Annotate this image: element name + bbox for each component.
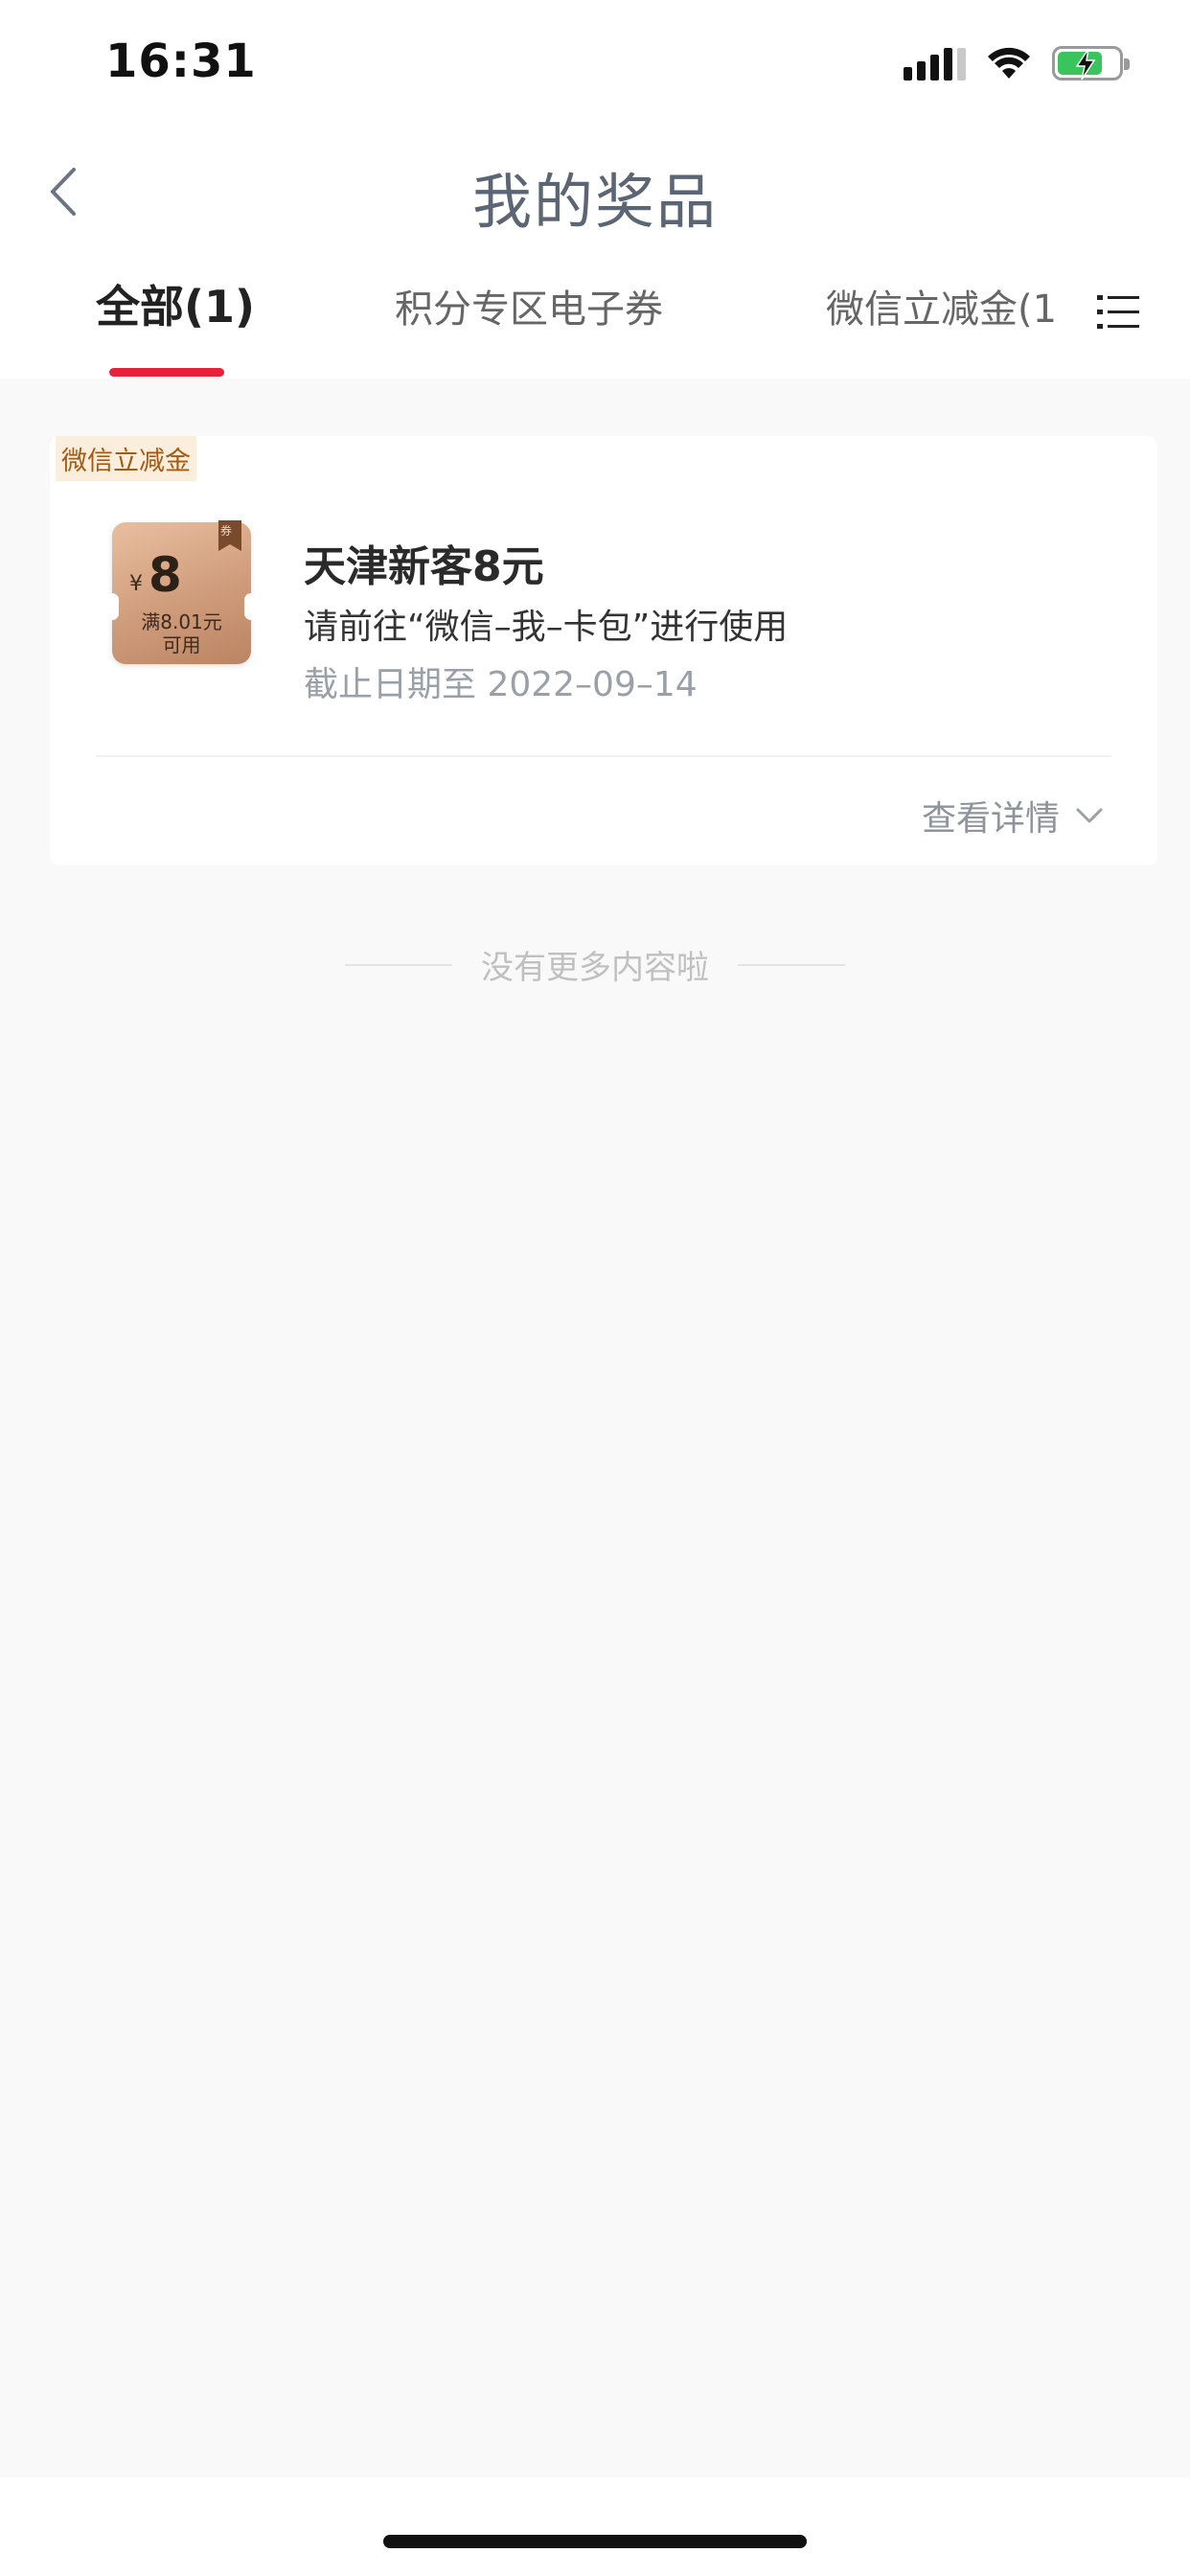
prize-type-tag: 微信立减金 xyxy=(56,436,196,481)
coupon-condition: 满8.01元 可用 xyxy=(141,610,222,656)
coupon-image: 券 ¥ 8 满8.01元 可用 xyxy=(105,520,258,664)
active-tab-indicator xyxy=(109,368,224,377)
coupon-amount: 8 xyxy=(149,547,182,603)
cellular-signal-icon xyxy=(904,46,966,80)
coupon-ribbon-icon: 券 xyxy=(218,520,241,551)
prize-description: 请前往“微信–我–卡包”进行使用 xyxy=(304,608,789,647)
home-indicator[interactable] xyxy=(383,2535,807,2548)
chevron-down-icon xyxy=(1076,808,1103,823)
no-more-content-note: 没有更多内容啦 xyxy=(0,941,1190,988)
view-details-button[interactable]: 查看详情 xyxy=(922,791,1104,840)
view-details-label: 查看详情 xyxy=(921,799,1060,839)
list-menu-icon[interactable] xyxy=(1097,293,1139,332)
divider-line-right xyxy=(738,963,845,966)
card-divider xyxy=(96,755,1111,757)
prize-title: 天津新客8元 xyxy=(304,542,544,591)
no-more-content-text: 没有更多内容啦 xyxy=(481,949,709,987)
tab-points-ecoupon[interactable]: 积分专区电子券 xyxy=(395,278,663,334)
tab-all[interactable]: 全部(1) xyxy=(96,272,255,335)
battery-icon xyxy=(1052,46,1130,80)
status-time: 16:31 xyxy=(105,34,257,88)
prize-card: 微信立减金 券 ¥ 8 满8.01元 可用 天津新客8元 请前往“微信–我–卡包… xyxy=(50,436,1157,865)
coupon-currency: ¥ xyxy=(129,572,143,596)
tab-wechat-discount-clip: 微信立减金(1) xyxy=(824,278,1054,335)
prize-expiry-date: 截止日期至 2022–09–14 xyxy=(304,665,698,704)
wifi-icon xyxy=(988,47,1030,79)
status-icons xyxy=(904,42,1130,84)
tab-wechat-discount[interactable]: 微信立减金(1) xyxy=(826,278,1054,334)
divider-line-left xyxy=(345,963,452,966)
bottom-safe-area xyxy=(0,2477,1190,2576)
page-title: 我的奖品 xyxy=(471,167,718,237)
